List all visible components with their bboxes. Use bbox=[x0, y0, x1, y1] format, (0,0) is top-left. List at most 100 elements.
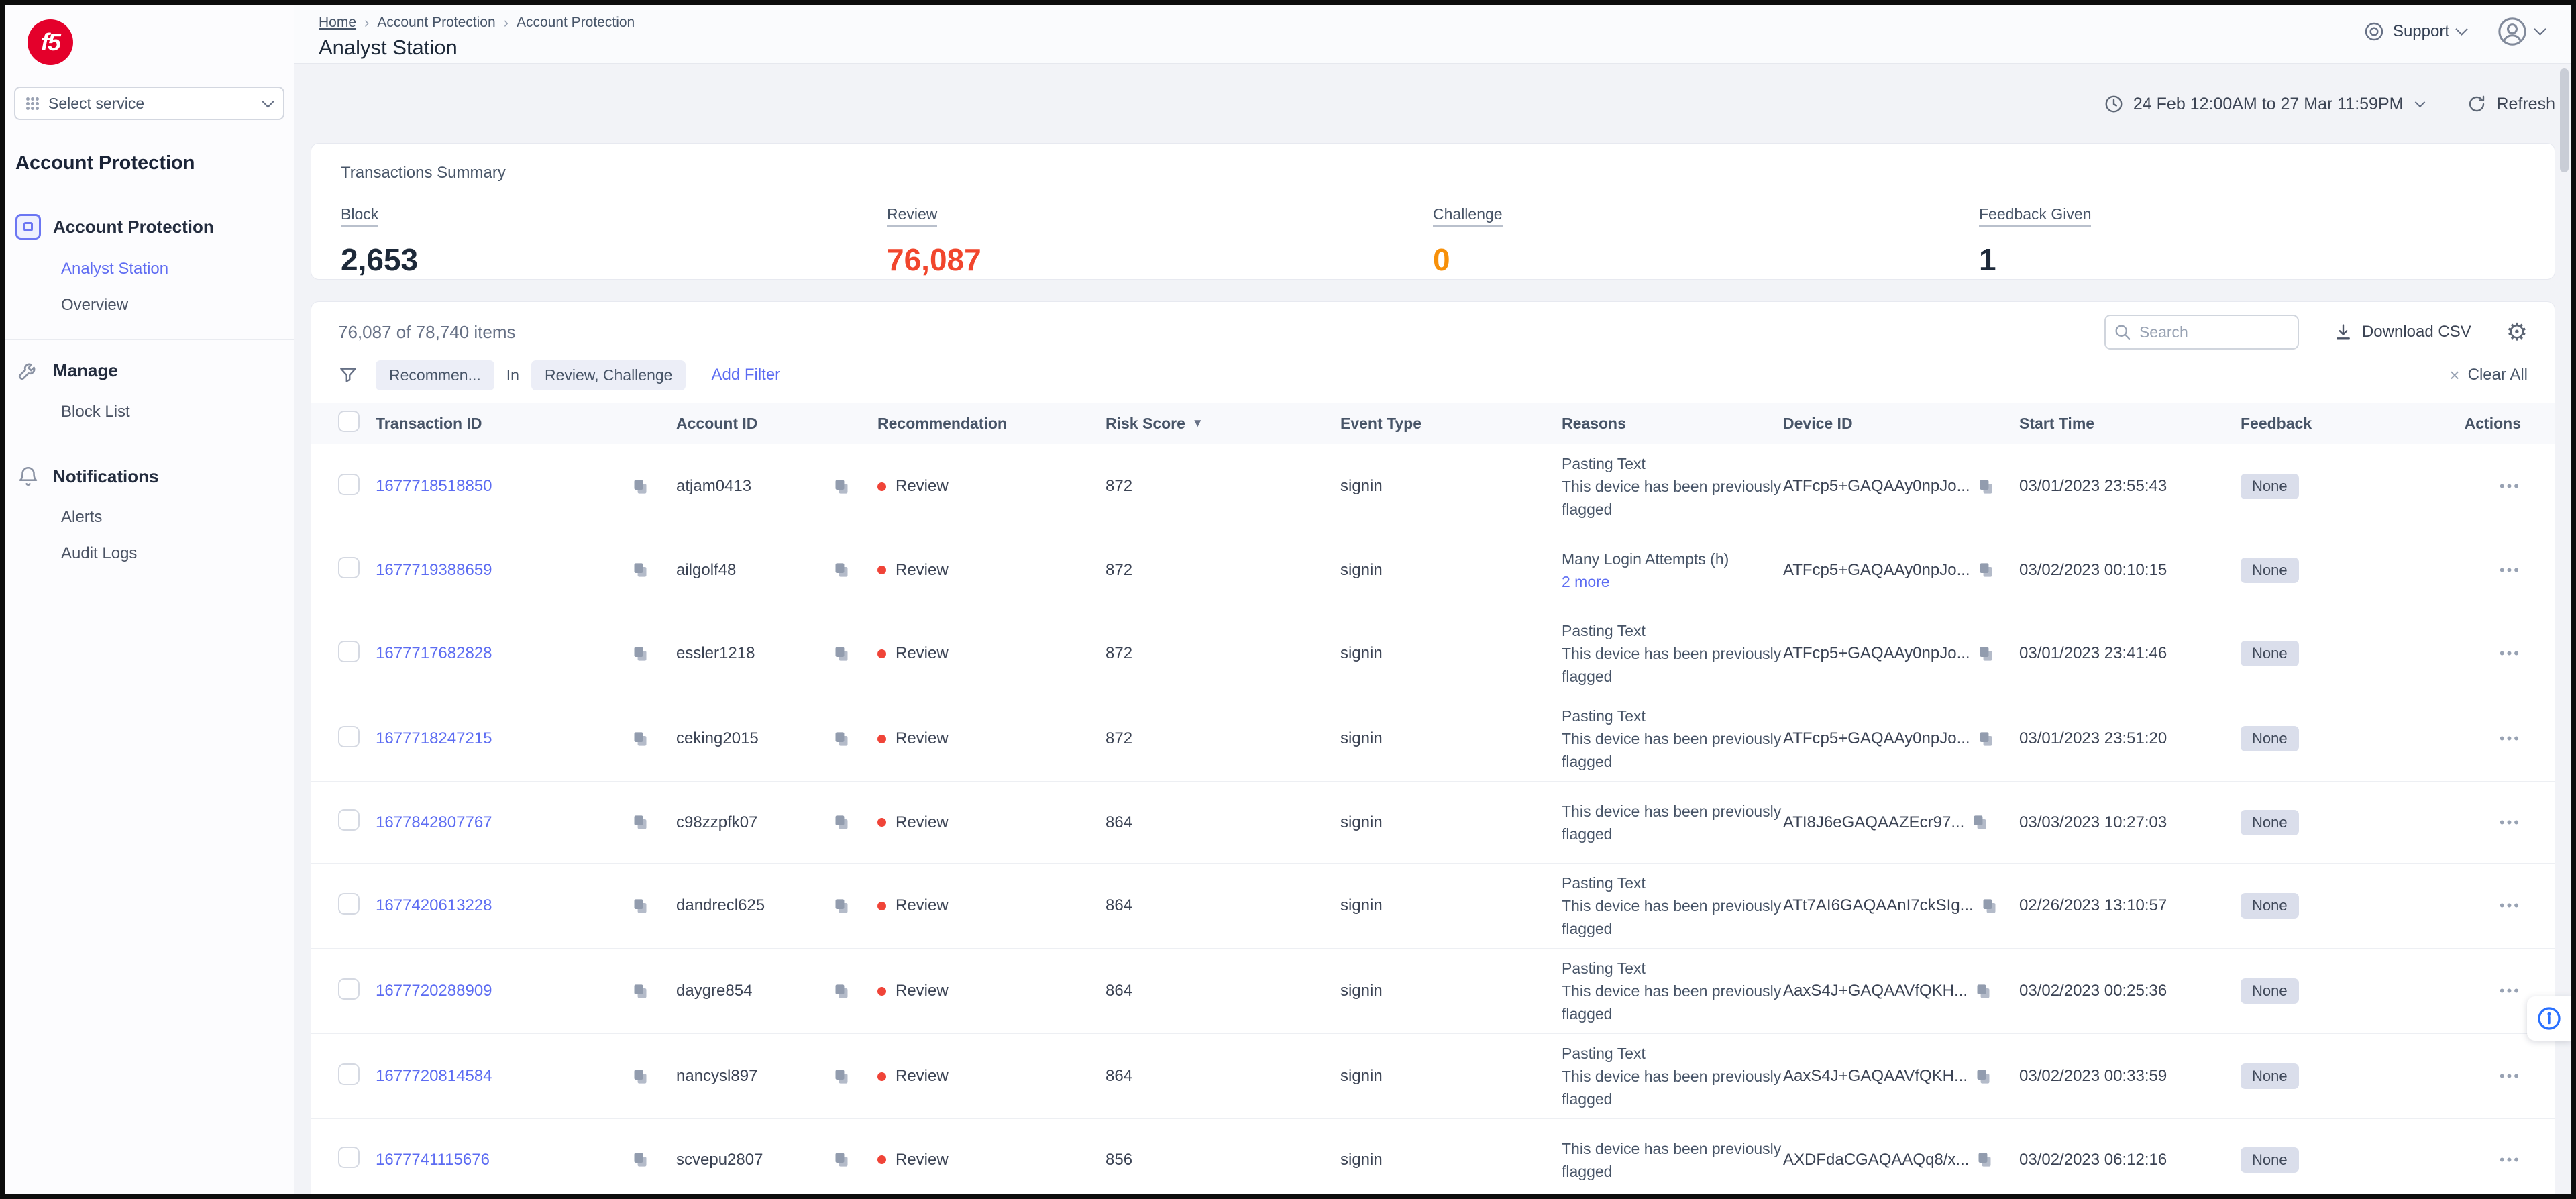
col-device-id[interactable]: Device ID bbox=[1783, 415, 2019, 433]
row-actions-button[interactable]: ••• bbox=[2500, 982, 2521, 999]
copy-icon[interactable] bbox=[1977, 730, 1995, 748]
download-csv-button[interactable]: Download CSV bbox=[2334, 323, 2471, 342]
copy-icon[interactable] bbox=[631, 645, 649, 663]
copy-icon[interactable] bbox=[631, 478, 649, 496]
transaction-id-link[interactable]: 1677717682828 bbox=[376, 644, 492, 663]
row-actions-button[interactable]: ••• bbox=[2500, 897, 2521, 914]
copy-icon[interactable] bbox=[833, 1151, 851, 1169]
stat-block-label[interactable]: Block bbox=[341, 205, 378, 227]
sort-desc-icon[interactable]: ▼ bbox=[1192, 417, 1203, 430]
copy-icon[interactable] bbox=[1977, 561, 1995, 579]
sidebar-item-block-list[interactable]: Block List bbox=[5, 403, 294, 421]
reasons-more-link[interactable]: 2 more bbox=[1562, 570, 1783, 593]
copy-icon[interactable] bbox=[833, 813, 851, 831]
transaction-id-link[interactable]: 1677720288909 bbox=[376, 982, 492, 1000]
row-actions-button[interactable]: ••• bbox=[2500, 814, 2521, 831]
copy-icon[interactable] bbox=[631, 561, 649, 579]
col-recommendation[interactable]: Recommendation bbox=[877, 415, 1106, 433]
support-menu[interactable]: Support bbox=[2363, 21, 2466, 42]
sidebar-section-account-protection[interactable]: Account Protection bbox=[5, 195, 294, 240]
row-checkbox[interactable] bbox=[338, 474, 360, 495]
refresh-button[interactable]: Refresh bbox=[2467, 94, 2555, 114]
row-actions-button[interactable]: ••• bbox=[2500, 645, 2521, 662]
col-transaction-id[interactable]: Transaction ID bbox=[376, 415, 676, 433]
transaction-id-link[interactable]: 1677718518850 bbox=[376, 477, 492, 496]
stat-feedback-label[interactable]: Feedback Given bbox=[1979, 205, 2091, 227]
risk-score: 872 bbox=[1106, 729, 1340, 748]
row-checkbox[interactable] bbox=[338, 641, 360, 662]
copy-icon[interactable] bbox=[1971, 813, 1989, 831]
copy-icon[interactable] bbox=[833, 645, 851, 663]
feedback-badge: None bbox=[2241, 726, 2299, 751]
copy-icon[interactable] bbox=[631, 897, 649, 915]
col-start-time[interactable]: Start Time bbox=[2019, 415, 2241, 433]
copy-icon[interactable] bbox=[631, 1067, 649, 1086]
account-menu[interactable] bbox=[2497, 16, 2544, 47]
copy-icon[interactable] bbox=[1977, 478, 1995, 496]
row-actions-button[interactable]: ••• bbox=[2500, 1067, 2521, 1084]
row-actions-button[interactable]: ••• bbox=[2500, 478, 2521, 494]
row-checkbox[interactable] bbox=[338, 978, 360, 1000]
row-checkbox[interactable] bbox=[338, 809, 360, 831]
breadcrumb-account-protection[interactable]: Account Protection bbox=[377, 15, 495, 31]
copy-icon[interactable] bbox=[833, 897, 851, 915]
date-range-picker[interactable]: 24 Feb 12:00AM to 27 Mar 11:59PM bbox=[2104, 94, 2424, 114]
copy-icon[interactable] bbox=[1974, 982, 1992, 1000]
row-checkbox[interactable] bbox=[338, 726, 360, 747]
transaction-id-link[interactable]: 1677420613228 bbox=[376, 896, 492, 915]
table-row: 1677718247215 ceking2015 Review 872 sign… bbox=[311, 696, 2555, 782]
copy-icon[interactable] bbox=[833, 982, 851, 1000]
filter-field-chip[interactable]: Recommen... bbox=[376, 360, 494, 390]
copy-icon[interactable] bbox=[631, 982, 649, 1000]
risk-score: 872 bbox=[1106, 477, 1340, 496]
sidebar-item-audit-logs[interactable]: Audit Logs bbox=[5, 544, 294, 563]
start-time: 03/02/2023 00:25:36 bbox=[2019, 982, 2241, 1000]
copy-icon[interactable] bbox=[833, 1067, 851, 1086]
sidebar-item-overview[interactable]: Overview bbox=[5, 296, 294, 315]
sidebar-section-manage[interactable]: Manage bbox=[5, 340, 294, 382]
vertical-scrollbar[interactable] bbox=[2560, 68, 2569, 172]
clear-all-button[interactable]: × Clear All bbox=[2449, 365, 2528, 386]
copy-icon[interactable] bbox=[631, 1151, 649, 1169]
row-checkbox[interactable] bbox=[338, 893, 360, 915]
select-all-checkbox[interactable] bbox=[338, 411, 360, 432]
transaction-id-link[interactable]: 1677718247215 bbox=[376, 729, 492, 748]
help-floating-button[interactable] bbox=[2527, 996, 2571, 1041]
sidebar-section-notifications[interactable]: Notifications bbox=[5, 446, 294, 488]
breadcrumb-home[interactable]: Home bbox=[319, 15, 356, 31]
col-account-id[interactable]: Account ID bbox=[676, 415, 877, 433]
copy-icon[interactable] bbox=[1980, 897, 1998, 915]
row-checkbox[interactable] bbox=[338, 1147, 360, 1168]
select-service-dropdown[interactable]: Select service bbox=[14, 87, 284, 120]
transaction-id-link[interactable]: 1677842807767 bbox=[376, 813, 492, 832]
row-actions-button[interactable]: ••• bbox=[2500, 730, 2521, 747]
row-checkbox[interactable] bbox=[338, 1063, 360, 1085]
event-type: signin bbox=[1340, 813, 1562, 832]
add-filter-button[interactable]: Add Filter bbox=[711, 366, 780, 384]
copy-icon[interactable] bbox=[1976, 1151, 1994, 1169]
col-risk-score[interactable]: Risk Score bbox=[1106, 415, 1185, 433]
col-event-type[interactable]: Event Type bbox=[1340, 415, 1562, 433]
stat-review-label[interactable]: Review bbox=[887, 205, 937, 227]
transaction-id-link[interactable]: 1677720814584 bbox=[376, 1067, 492, 1086]
filter-value-chip[interactable]: Review, Challenge bbox=[531, 360, 686, 390]
copy-icon[interactable] bbox=[1977, 645, 1995, 663]
transaction-id-link[interactable]: 1677719388659 bbox=[376, 561, 492, 580]
copy-icon[interactable] bbox=[1974, 1067, 1992, 1086]
search-input[interactable] bbox=[2104, 315, 2299, 350]
col-feedback[interactable]: Feedback bbox=[2241, 415, 2423, 433]
stat-challenge-label[interactable]: Challenge bbox=[1433, 205, 1503, 227]
sidebar-item-analyst-station[interactable]: Analyst Station bbox=[5, 260, 294, 278]
gear-icon[interactable]: ⚙ bbox=[2506, 320, 2528, 344]
copy-icon[interactable] bbox=[833, 478, 851, 496]
sidebar-item-alerts[interactable]: Alerts bbox=[5, 508, 294, 527]
col-reasons[interactable]: Reasons bbox=[1562, 415, 1783, 433]
copy-icon[interactable] bbox=[833, 561, 851, 579]
row-actions-button[interactable]: ••• bbox=[2500, 562, 2521, 578]
copy-icon[interactable] bbox=[631, 730, 649, 748]
row-checkbox[interactable] bbox=[338, 557, 360, 578]
copy-icon[interactable] bbox=[833, 730, 851, 748]
copy-icon[interactable] bbox=[631, 813, 649, 831]
transaction-id-link[interactable]: 1677741115676 bbox=[376, 1151, 490, 1169]
row-actions-button[interactable]: ••• bbox=[2500, 1151, 2521, 1168]
